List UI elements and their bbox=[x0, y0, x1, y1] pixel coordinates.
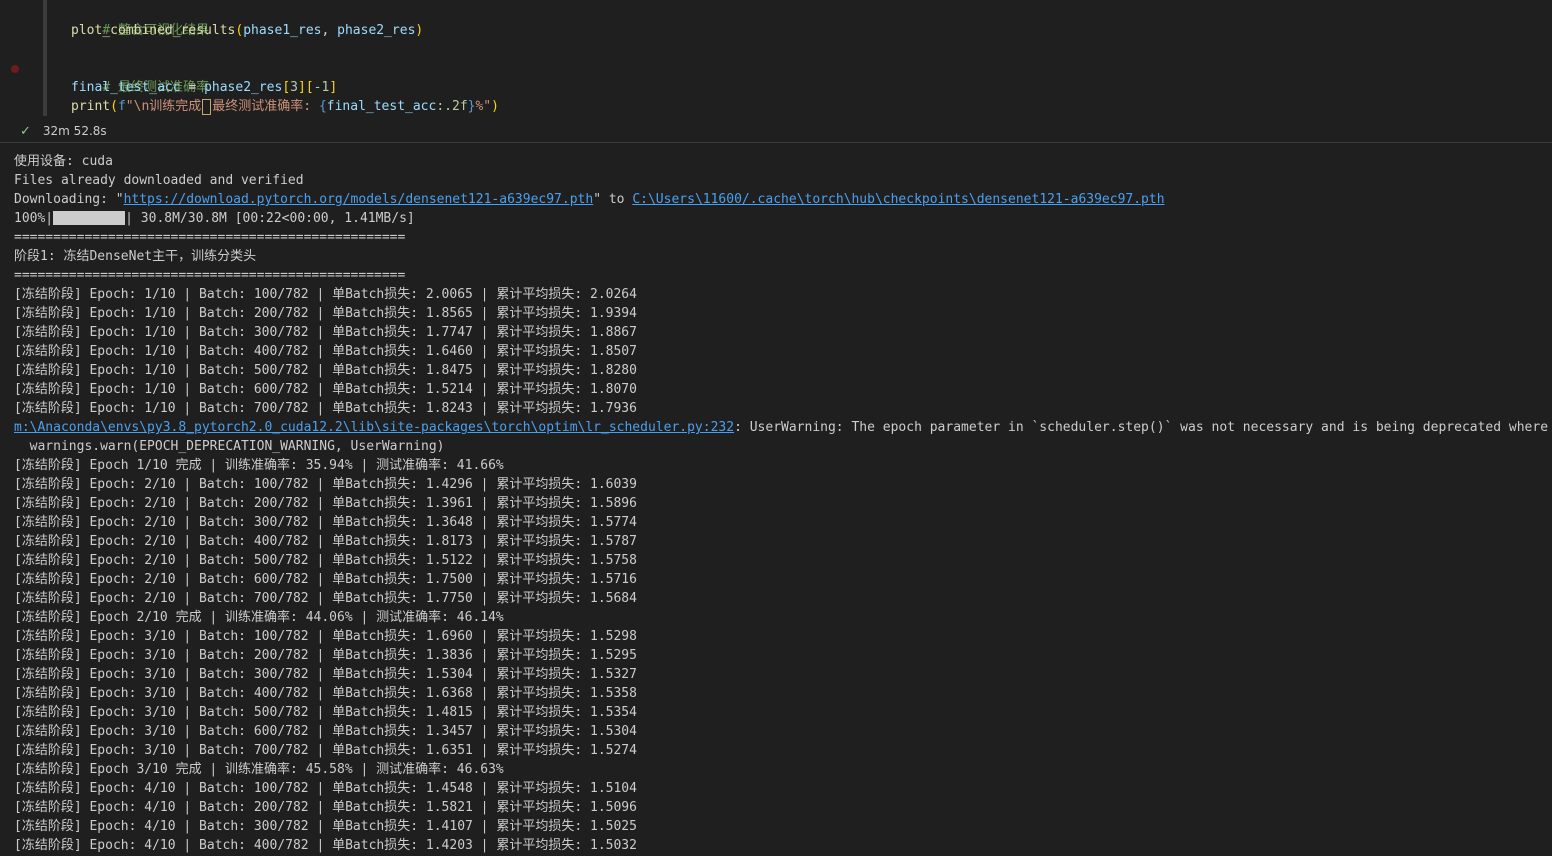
output-line: warnings.warn(EPOCH_DEPRECATION_WARNING,… bbox=[14, 439, 445, 454]
code-number: -1 bbox=[313, 80, 330, 95]
output-line: [冻结阶段] Epoch: 1/10 | Batch: 100/782 | 单B… bbox=[14, 287, 637, 302]
code-arg: phase2_res bbox=[337, 23, 416, 38]
output-line: [冻结阶段] Epoch: 2/10 | Batch: 200/782 | 单B… bbox=[14, 496, 637, 511]
code-string: 最终测试准确率: bbox=[212, 99, 319, 114]
output-line: [冻结阶段] Epoch: 3/10 | Batch: 500/782 | 单B… bbox=[14, 705, 637, 720]
code-line-2[interactable]: plot_combined_results(phase1_res, phase2… bbox=[71, 21, 423, 40]
output-line: [冻结阶段] Epoch: 3/10 | Batch: 200/782 | 单B… bbox=[14, 648, 637, 663]
output-line: [冻结阶段] Epoch: 2/10 | Batch: 500/782 | 单B… bbox=[14, 553, 637, 568]
code-function: plot_combined_results bbox=[71, 23, 236, 38]
output-line: [冻结阶段] Epoch 3/10 完成 | 训练准确率: 45.58% | 测… bbox=[14, 762, 504, 777]
progress-stats: | 30.8M/30.8M [00:22<00:00, 1.41MB/s] bbox=[125, 211, 415, 226]
code-variable: final_test_acc bbox=[71, 80, 181, 95]
output-text: " to bbox=[593, 192, 633, 207]
code-assign: = bbox=[180, 80, 205, 95]
check-icon: ✓ bbox=[20, 124, 31, 139]
breakpoint-icon[interactable] bbox=[11, 65, 19, 73]
output-line: [冻结阶段] Epoch: 3/10 | Batch: 100/782 | 单B… bbox=[14, 629, 637, 644]
code-variable: final_test_acc bbox=[326, 99, 437, 114]
output-line: Downloading: "https://download.pytorch.o… bbox=[14, 190, 1165, 209]
output-line: [冻结阶段] Epoch: 1/10 | Batch: 200/782 | 单B… bbox=[14, 306, 637, 321]
code-line-5[interactable]: final_test_acc = phase2_res[3][-1] bbox=[71, 78, 337, 97]
code-line-1[interactable]: # 整合可视化结果 bbox=[71, 2, 209, 38]
code-bracket: ] bbox=[298, 80, 306, 95]
output-line: [冻结阶段] Epoch: 1/10 | Batch: 400/782 | 单B… bbox=[14, 344, 637, 359]
code-bracket: [ bbox=[282, 80, 291, 95]
output-line: [冻结阶段] Epoch: 3/10 | Batch: 700/782 | 单B… bbox=[14, 743, 637, 758]
output-line: [冻结阶段] Epoch: 4/10 | Batch: 100/782 | 单B… bbox=[14, 781, 637, 796]
code-function: print bbox=[71, 99, 111, 114]
output-line: [冻结阶段] Epoch: 3/10 | Batch: 300/782 | 单B… bbox=[14, 667, 637, 682]
output-line: [冻结阶段] Epoch: 2/10 | Batch: 700/782 | 单B… bbox=[14, 591, 637, 606]
execution-status: ✓ 32m 52.8s bbox=[20, 122, 107, 140]
download-url-link[interactable]: https://download.pytorch.org/models/dens… bbox=[124, 192, 594, 207]
output-line: [冻结阶段] Epoch: 1/10 | Batch: 600/782 | 单B… bbox=[14, 382, 637, 397]
output-line: ========================================… bbox=[14, 230, 406, 245]
code-arg: phase1_res bbox=[243, 23, 322, 38]
code-string: %" bbox=[475, 99, 492, 114]
output-line: m:\Anaconda\envs\py3.8_pytorch2.0_cuda12… bbox=[14, 418, 1552, 437]
code-variable: phase2_res bbox=[204, 80, 283, 95]
checkpoint-path-link[interactable]: C:\Users\11600/.cache\torch\hub\checkpoi… bbox=[632, 192, 1164, 207]
output-line: ========================================… bbox=[14, 268, 406, 283]
cell-output[interactable]: 使用设备: cuda Files already downloaded and v… bbox=[0, 152, 1552, 856]
code-paren: ( bbox=[110, 99, 118, 114]
output-line: [冻结阶段] Epoch 1/10 完成 | 训练准确率: 35.94% | 测… bbox=[14, 458, 504, 473]
output-line: 100%| | 30.8M/30.8M [00:22<00:00, 1.41MB/… bbox=[14, 209, 415, 228]
code-line-6[interactable]: print(f"\n训练完成 最终测试准确率: {final_test_acc:.… bbox=[71, 97, 499, 116]
output-line: Files already downloaded and verified bbox=[14, 173, 304, 188]
code-string: "\n训练完成 bbox=[125, 99, 202, 114]
progress-percent: 100%| bbox=[14, 211, 54, 226]
code-bracket: ] bbox=[329, 80, 338, 95]
execution-duration: 32m 52.8s bbox=[42, 124, 107, 138]
output-line: [冻结阶段] Epoch: 4/10 | Batch: 400/782 | 单B… bbox=[14, 838, 637, 853]
output-line: [冻结阶段] Epoch: 2/10 | Batch: 300/782 | 单B… bbox=[14, 515, 637, 530]
text-cursor bbox=[202, 98, 212, 115]
output-line: [冻结阶段] Epoch: 1/10 | Batch: 700/782 | 单B… bbox=[14, 401, 637, 416]
output-line: [冻结阶段] Epoch: 2/10 | Batch: 600/782 | 单B… bbox=[14, 572, 637, 587]
code-paren: ) bbox=[415, 23, 424, 38]
output-line: [冻结阶段] Epoch: 3/10 | Batch: 600/782 | 单B… bbox=[14, 724, 637, 739]
output-line: [冻结阶段] Epoch: 2/10 | Batch: 100/782 | 单B… bbox=[14, 477, 637, 492]
code-format-spec: :.2f bbox=[436, 99, 468, 114]
progress-bar bbox=[53, 210, 126, 225]
output-text: Downloading: " bbox=[14, 192, 124, 207]
output-line: 使用设备: cuda bbox=[14, 154, 113, 169]
cell-focus-indicator bbox=[0, 0, 6, 142]
output-line: [冻结阶段] Epoch: 1/10 | Batch: 500/782 | 单B… bbox=[14, 363, 637, 378]
code-number: 3 bbox=[290, 80, 298, 95]
output-line: [冻结阶段] Epoch: 4/10 | Batch: 300/782 | 单B… bbox=[14, 819, 637, 834]
code-cell[interactable]: # 整合可视化结果 plot_combined_results(phase1_r… bbox=[0, 0, 1552, 143]
code-fstring-prefix: f bbox=[117, 99, 126, 114]
output-line: [冻结阶段] Epoch: 4/10 | Batch: 200/782 | 单B… bbox=[14, 800, 637, 815]
code-comma: , bbox=[321, 23, 338, 38]
code-brace: { bbox=[318, 99, 327, 114]
warning-text: : UserWarning: The epoch parameter in `s… bbox=[734, 420, 1552, 435]
output-line: [冻结阶段] Epoch 2/10 完成 | 训练准确率: 44.06% | 测… bbox=[14, 610, 504, 625]
output-line: 阶段1: 冻结DenseNet主干，训练分类头 bbox=[14, 249, 257, 264]
output-line: [冻结阶段] Epoch: 3/10 | Batch: 400/782 | 单B… bbox=[14, 686, 637, 701]
output-line: [冻结阶段] Epoch: 2/10 | Batch: 400/782 | 单B… bbox=[14, 534, 637, 549]
warning-source-link[interactable]: m:\Anaconda\envs\py3.8_pytorch2.0_cuda12… bbox=[14, 420, 734, 435]
code-paren: ) bbox=[491, 99, 499, 114]
code-bracket: [ bbox=[305, 80, 314, 95]
code-line-4[interactable]: # 最终测试准确率 bbox=[71, 59, 209, 95]
indent-guide bbox=[43, 0, 47, 116]
output-line: [冻结阶段] Epoch: 1/10 | Batch: 300/782 | 单B… bbox=[14, 325, 637, 340]
